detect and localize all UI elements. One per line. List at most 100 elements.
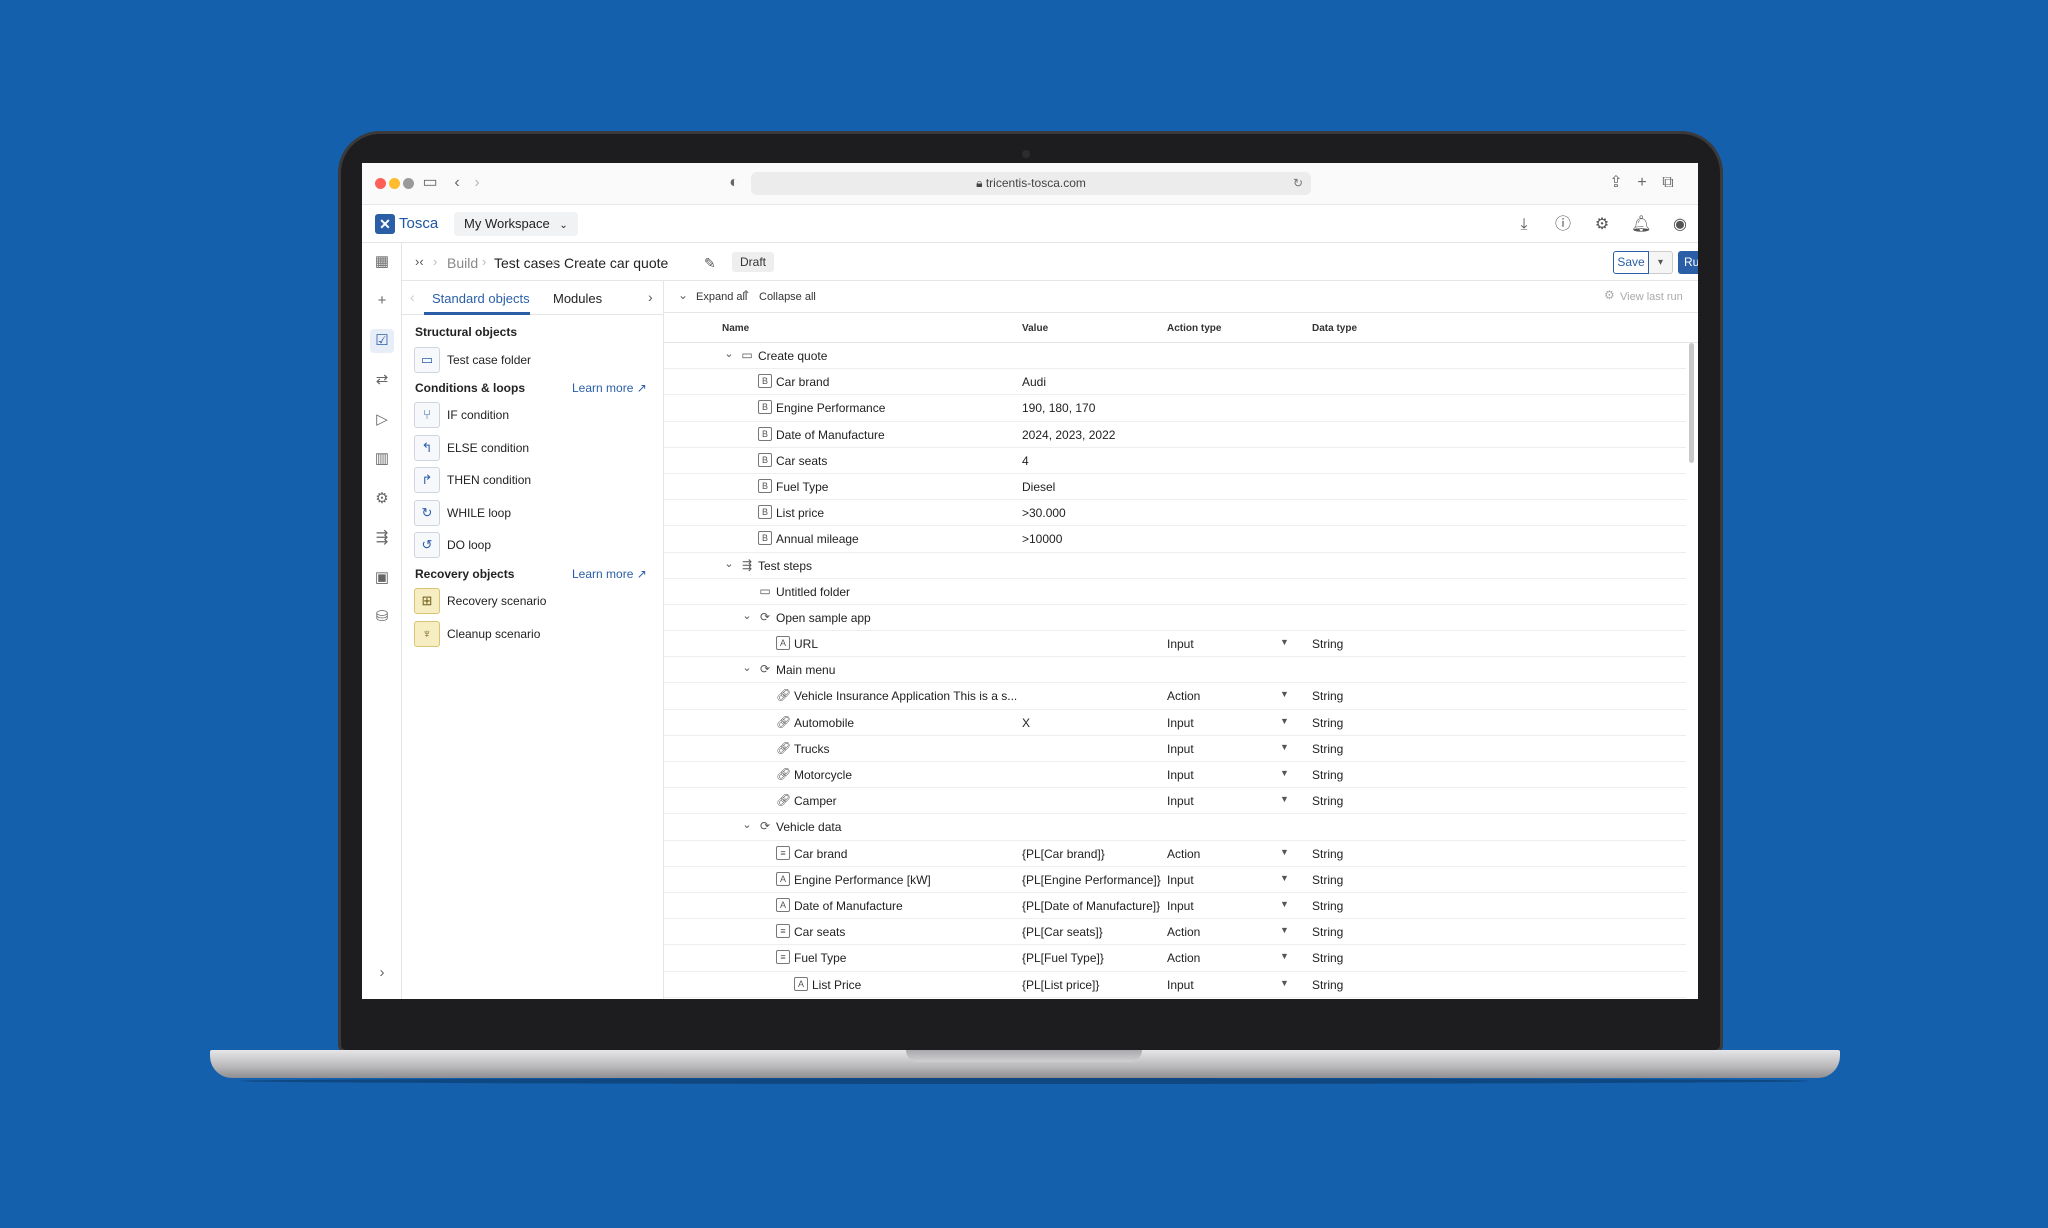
row-value[interactable]: {PL[Engine Performance]} — [1022, 873, 1161, 887]
action-type-dropdown-icon[interactable]: ▼ — [1280, 925, 1289, 935]
table-row[interactable]: A URL Input ▼ String — [664, 631, 1686, 658]
row-value[interactable]: {PL[Date of Manufacture]} — [1022, 899, 1160, 913]
new-tab-icon[interactable]: + — [1632, 173, 1652, 193]
action-type-dropdown-icon[interactable]: ▼ — [1280, 951, 1289, 961]
collapse-panel-icon[interactable]: ›‹ — [415, 254, 424, 269]
tabs-scroll-left-icon[interactable]: ‹ — [410, 289, 415, 305]
maximize-dot[interactable] — [403, 178, 414, 189]
dashboard-icon[interactable]: ▦ — [370, 250, 394, 274]
database-icon[interactable]: ⛁ — [370, 605, 394, 629]
learn-more-link-recovery[interactable]: Learn more ↗ — [572, 567, 647, 581]
row-action-type[interactable]: Action — [1167, 689, 1200, 703]
table-row[interactable]: B Annual mileage >10000 — [664, 526, 1686, 553]
row-value[interactable]: 2024, 2023, 2022 — [1022, 428, 1115, 442]
object-recovery-scenario[interactable]: ⊞ Recovery scenario — [414, 588, 654, 614]
action-type-dropdown-icon[interactable]: ▼ — [1280, 689, 1289, 699]
expand-chevron-icon[interactable]: ⌄ — [722, 557, 736, 570]
help-icon[interactable]: ⓘ — [1553, 215, 1573, 235]
table-row[interactable]: B Engine Performance 190, 180, 170 — [664, 395, 1686, 422]
close-dot[interactable] — [375, 178, 386, 189]
vertical-scrollbar[interactable] — [1689, 343, 1694, 463]
collapse-all-button[interactable]: Collapse all — [759, 291, 816, 303]
save-button[interactable]: Save — [1613, 251, 1649, 274]
row-value[interactable]: 190, 180, 170 — [1022, 401, 1095, 415]
action-type-dropdown-icon[interactable]: ▼ — [1280, 716, 1289, 726]
action-type-dropdown-icon[interactable]: ▼ — [1280, 978, 1289, 988]
back-icon[interactable]: ‹ — [447, 173, 467, 193]
sidebar-icon[interactable]: ▭ — [420, 173, 440, 193]
row-value[interactable]: X — [1022, 716, 1030, 730]
table-row[interactable]: ≡ Fuel Type {PL[Fuel Type]} Action ▼ String — [664, 945, 1686, 972]
table-row[interactable]: 🔗︎ Camper Input ▼ String — [664, 788, 1686, 815]
row-value[interactable]: Diesel — [1022, 480, 1055, 494]
row-value[interactable]: >30.000 — [1022, 506, 1066, 520]
column-action-type[interactable]: Action type — [1167, 323, 1221, 334]
row-action-type[interactable]: Input — [1167, 742, 1194, 756]
table-row[interactable]: ⌄ ⟳ Main menu — [664, 657, 1686, 684]
object-cleanup-scenario[interactable]: ♆ Cleanup scenario — [414, 621, 654, 647]
row-action-type[interactable]: Input — [1167, 716, 1194, 730]
row-value[interactable]: {PL[Fuel Type]} — [1022, 951, 1104, 965]
action-type-dropdown-icon[interactable]: ▼ — [1280, 637, 1289, 647]
object-else-condition[interactable]: ↰ ELSE condition — [414, 435, 654, 461]
row-value[interactable]: {PL[Car seats]} — [1022, 925, 1103, 939]
tabs-overview-icon[interactable]: ⧉ — [1658, 173, 1678, 193]
requirements-icon[interactable]: ⇄ — [370, 368, 394, 392]
agents-icon[interactable]: ▣ — [370, 566, 394, 590]
test-cases-icon[interactable]: ☑ — [370, 329, 394, 353]
action-type-dropdown-icon[interactable]: ▼ — [1280, 873, 1289, 883]
table-row[interactable]: B Car seats 4 — [664, 448, 1686, 474]
share-icon[interactable]: ⇪ — [1606, 173, 1626, 193]
row-action-type[interactable]: Input — [1167, 768, 1194, 782]
user-avatar-icon[interactable]: ◉ — [1670, 215, 1690, 235]
row-value[interactable]: >10000 — [1022, 532, 1062, 546]
object-while-loop[interactable]: ↻ WHILE loop — [414, 500, 654, 526]
row-value[interactable]: Audi — [1022, 375, 1046, 389]
row-action-type[interactable]: Input — [1167, 794, 1194, 808]
row-value[interactable]: {PL[List price]} — [1022, 978, 1099, 992]
expand-rail-icon[interactable]: › — [370, 961, 394, 985]
table-row[interactable]: 🔗︎ Vehicle Insurance Application This is … — [664, 683, 1686, 710]
action-type-dropdown-icon[interactable]: ▼ — [1280, 768, 1289, 778]
column-value[interactable]: Value — [1022, 323, 1048, 334]
save-options-chevron-icon[interactable]: ▾ — [1649, 251, 1673, 274]
expand-chevron-icon[interactable]: ⌄ — [722, 347, 736, 360]
settings-gear-icon[interactable]: ⚙ — [1592, 215, 1612, 235]
table-row[interactable]: ⌄ ⟳ Open sample app — [664, 605, 1686, 632]
add-icon[interactable]: + — [370, 289, 394, 313]
table-row[interactable]: ≡ Car seats {PL[Car seats]} Action ▼ String — [664, 919, 1686, 946]
row-value[interactable]: 4 — [1022, 454, 1029, 468]
column-name[interactable]: Name — [722, 323, 749, 334]
edit-pencil-icon[interactable]: ✎ — [704, 255, 716, 272]
expand-chevron-icon[interactable]: ⌄ — [740, 818, 754, 831]
action-type-dropdown-icon[interactable]: ▼ — [1280, 742, 1289, 752]
reports-icon[interactable]: ▥ — [370, 447, 394, 471]
reload-icon[interactable]: ↻ — [1293, 172, 1303, 195]
object-if-condition[interactable]: ⑂ IF condition — [414, 402, 654, 428]
object-test-case-folder[interactable]: ▭ Test case folder — [414, 347, 654, 373]
table-row[interactable]: B Date of Manufacture 2024, 2023, 2022 — [664, 422, 1686, 448]
download-icon[interactable]: ⤓ — [1514, 215, 1534, 235]
learn-more-link-conditions[interactable]: Learn more ↗ — [572, 381, 647, 395]
view-last-run-button[interactable]: View last run — [1620, 291, 1683, 303]
table-row[interactable]: A Engine Performance [kW] {PL[Engine Perfo… — [664, 867, 1686, 893]
table-row[interactable]: A Date of Manufacture {PL[Date of Manufact… — [664, 893, 1686, 920]
configuration-icon[interactable]: ⚙ — [370, 487, 394, 511]
row-action-type[interactable]: Input — [1167, 873, 1194, 887]
row-value[interactable]: {PL[Car brand]} — [1022, 847, 1105, 861]
breadcrumb-test-cases[interactable]: Test cases — [494, 255, 560, 271]
privacy-shield-icon[interactable]: ◐ — [724, 173, 744, 193]
row-action-type[interactable]: Input — [1167, 978, 1194, 992]
table-row[interactable]: B Fuel Type Diesel — [664, 474, 1686, 501]
table-row[interactable]: 🔗︎ Automobile X Input ▼ String — [664, 710, 1686, 736]
table-row[interactable]: ⌄ ⇶ Test steps — [664, 553, 1686, 579]
row-action-type[interactable]: Action — [1167, 951, 1200, 965]
object-then-condition[interactable]: ↱ THEN condition — [414, 467, 654, 493]
table-row[interactable]: B List price >30.000 — [664, 500, 1686, 527]
forward-icon[interactable]: › — [467, 173, 487, 193]
action-type-dropdown-icon[interactable]: ▼ — [1280, 847, 1289, 857]
row-action-type[interactable]: Input — [1167, 899, 1194, 913]
action-type-dropdown-icon[interactable]: ▼ — [1280, 899, 1289, 909]
tab-modules[interactable]: Modules — [553, 291, 602, 306]
table-row[interactable]: 🔗︎ Motorcycle Input ▼ String — [664, 762, 1686, 789]
